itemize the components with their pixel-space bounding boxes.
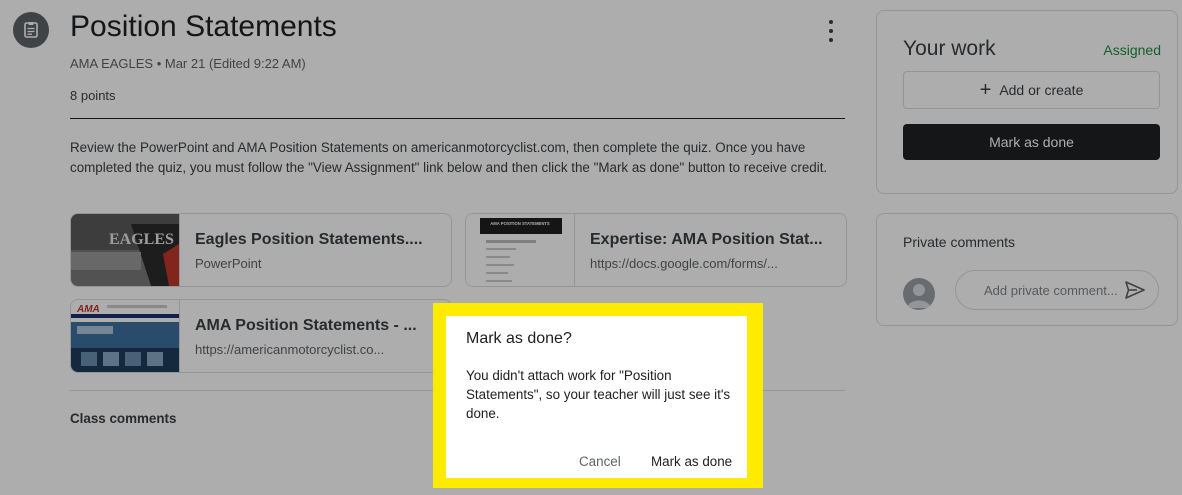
dialog-title: Mark as done? (466, 330, 572, 347)
cancel-button[interactable]: Cancel (579, 454, 621, 469)
mark-as-done-dialog: Mark as done? You didn't attach work for… (446, 316, 747, 478)
dialog-message: You didn't attach work for "Position Sta… (466, 368, 731, 421)
assignment-page: Position Statements AMA EAGLES • Mar 21 … (0, 0, 1182, 495)
confirm-mark-as-done-button[interactable]: Mark as done (651, 454, 732, 469)
